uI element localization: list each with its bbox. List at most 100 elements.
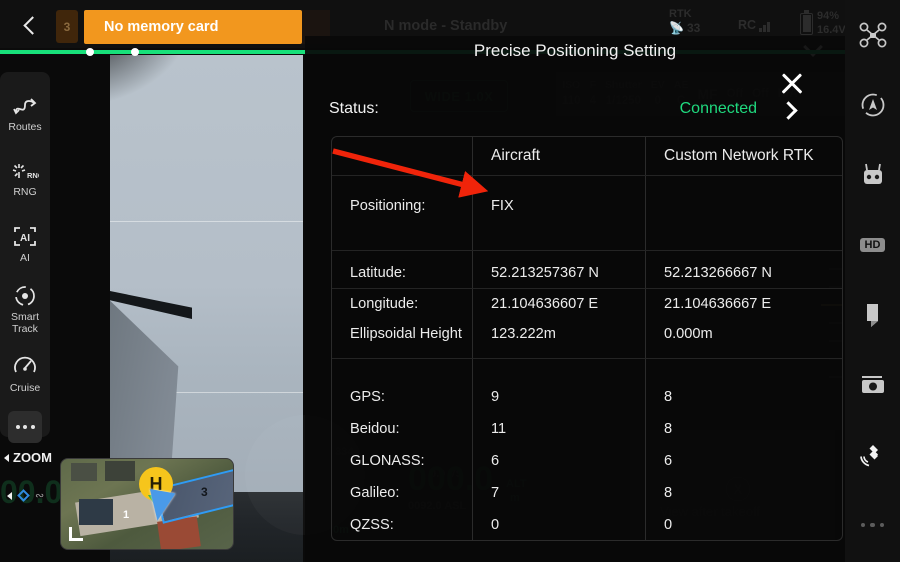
row-aircraft-value: 7 — [472, 476, 646, 508]
sidebar-item-more[interactable] — [845, 490, 900, 560]
sidebar-item-cruise[interactable]: Cruise — [0, 342, 50, 407]
table-header-blank — [332, 137, 472, 175]
sidebar-item-hd[interactable]: HD — [845, 210, 900, 280]
sidebar-item-label: AI — [20, 251, 30, 264]
rc-signal[interactable]: RC — [738, 18, 770, 32]
sidebar-item-rng[interactable]: RNG RNG — [0, 147, 50, 212]
table-row: GPS: 9 8 — [332, 359, 842, 412]
rc-label: RC — [738, 18, 757, 32]
row-aircraft-value: FIX — [472, 176, 646, 250]
gimbal-compass-icon — [861, 93, 884, 117]
status-row[interactable]: Status: Connected — [329, 96, 829, 130]
remote-controller-icon — [863, 163, 882, 184]
table-row: Beidou: 11 8 — [332, 412, 842, 444]
flight-mode-label: N mode - Standby — [384, 18, 508, 34]
row-rtk-value: 8 — [664, 421, 673, 437]
row-rtk-value: 0 — [664, 517, 673, 533]
table-row: Latitude: 52.213257367 N 52.213266667 N — [332, 251, 842, 289]
row-rtk-value: 8 — [664, 485, 673, 501]
rtk-sat-count: 33 — [686, 21, 701, 35]
status-value: Connected — [679, 100, 757, 117]
zoom-control[interactable]: ZOOM ∾ — [4, 450, 68, 502]
row-label: GPS: — [350, 389, 385, 405]
map-house — [105, 461, 135, 481]
progress-waypoint-dot[interactable] — [131, 48, 139, 56]
table-row: Positioning: FIX — [332, 176, 842, 251]
sidebar-item-aircraft[interactable] — [845, 0, 900, 70]
row-aircraft-value: 52.213257367 N — [472, 251, 646, 288]
satellite-icon: 📡 — [669, 21, 684, 35]
triangle-left-icon — [4, 453, 9, 462]
sidebar-item-smart-track[interactable]: Smart Track — [0, 277, 50, 342]
sidebar-item-remote-controller[interactable] — [845, 140, 900, 210]
chevron-right-icon[interactable] — [779, 101, 798, 120]
satellite-rtk-icon — [859, 445, 878, 467]
sidebar-item-camera[interactable] — [845, 350, 900, 420]
row-rtk-value: 52.213266667 N — [664, 265, 772, 281]
table-row: Longitude: 21.104636607 E 21.104636667 E — [332, 289, 842, 319]
map-house — [79, 499, 113, 525]
table-header-aircraft: Aircraft — [472, 137, 646, 175]
rtk-status[interactable]: RTK 📡 33 — [669, 8, 700, 35]
row-aircraft-value: 6 — [472, 444, 646, 476]
status-label: Status: — [329, 100, 379, 117]
minimap[interactable]: 3 1 H — [60, 458, 234, 550]
row-rtk-value: 6 — [664, 453, 673, 469]
more-dots-icon — [860, 522, 885, 528]
rtk-sat-row: 📡 33 — [669, 21, 700, 35]
battery-icon — [800, 9, 813, 35]
cruise-icon — [14, 356, 36, 373]
map-expand-icon[interactable] — [69, 527, 83, 541]
row-rtk-value: 21.104636667 E — [664, 296, 772, 312]
back-button[interactable] — [14, 8, 50, 42]
map-waypoint-1: 1 — [123, 509, 130, 521]
dialog-title: Precise Positioning Setting — [473, 41, 677, 60]
triangle-left-icon — [7, 491, 12, 500]
row-aircraft-value: 0 — [472, 508, 646, 540]
left-tool-sidebar: Routes RNG RNG AI AI — [0, 72, 50, 443]
sidebar-item-battery[interactable] — [845, 280, 900, 350]
row-label: QZSS: — [350, 517, 394, 533]
row-label: Beidou: — [350, 421, 400, 437]
sidebar-item-label: Routes — [8, 120, 42, 133]
hd-icon: HD — [859, 238, 886, 252]
table-row: GLONASS: 6 6 — [332, 444, 842, 476]
aircraft-marker-icon — [144, 488, 176, 524]
map-house — [71, 463, 97, 481]
routes-icon — [13, 97, 37, 115]
battery-count-badge[interactable]: 3 — [56, 10, 78, 43]
row-aircraft-value: 123.222m — [472, 319, 646, 358]
zoom-label: ZOOM — [13, 450, 52, 465]
progress-waypoint-dot[interactable] — [86, 48, 94, 56]
battery-percent: 94% — [817, 10, 840, 22]
zoom-arc-icon: ∾ — [35, 490, 45, 502]
rtk-label: RTK — [669, 8, 692, 20]
battery-status[interactable]: 94% 16.4V — [800, 9, 846, 38]
more-dots-icon — [15, 425, 20, 429]
close-icon[interactable] — [777, 69, 807, 99]
row-aircraft-value: 9 — [472, 359, 646, 412]
sidebar-item-label: Cruise — [9, 381, 41, 394]
table-row: Galileo: 7 8 — [332, 476, 842, 508]
zoom-slider-row[interactable]: ∾ — [4, 489, 68, 502]
positioning-table: Aircraft Custom Network RTK Positioning:… — [331, 136, 843, 541]
zoom-label-row: ZOOM — [4, 450, 68, 465]
warning-banner[interactable]: No memory card — [84, 10, 302, 44]
row-label: Latitude: — [350, 265, 406, 281]
zoom-handle-icon[interactable] — [17, 489, 30, 502]
row-label: Ellipsoidal Height — [350, 326, 462, 342]
sidebar-item-gimbal[interactable] — [845, 70, 900, 140]
sidebar-item-label: Smart Track — [10, 310, 39, 335]
row-aircraft-value: 21.104636607 E — [472, 289, 646, 319]
more-options-button[interactable] — [8, 411, 42, 443]
sidebar-item-rtk[interactable] — [845, 420, 900, 490]
battery-icon — [866, 304, 878, 327]
precise-positioning-dialog: Precise Positioning Setting Status: Conn… — [305, 36, 845, 562]
right-tool-sidebar: HD — [845, 0, 900, 562]
battery-readout: 94% 16.4V — [817, 10, 846, 38]
grid-line — [110, 221, 303, 222]
sidebar-item-routes[interactable]: Routes — [0, 82, 50, 147]
row-rtk-value — [646, 176, 820, 250]
sidebar-item-ai[interactable]: AI AI — [0, 212, 50, 277]
drone-controller-app: WIDE 1.0X ISO 110 F 4 Shutter 1/1250 EV … — [0, 0, 900, 562]
